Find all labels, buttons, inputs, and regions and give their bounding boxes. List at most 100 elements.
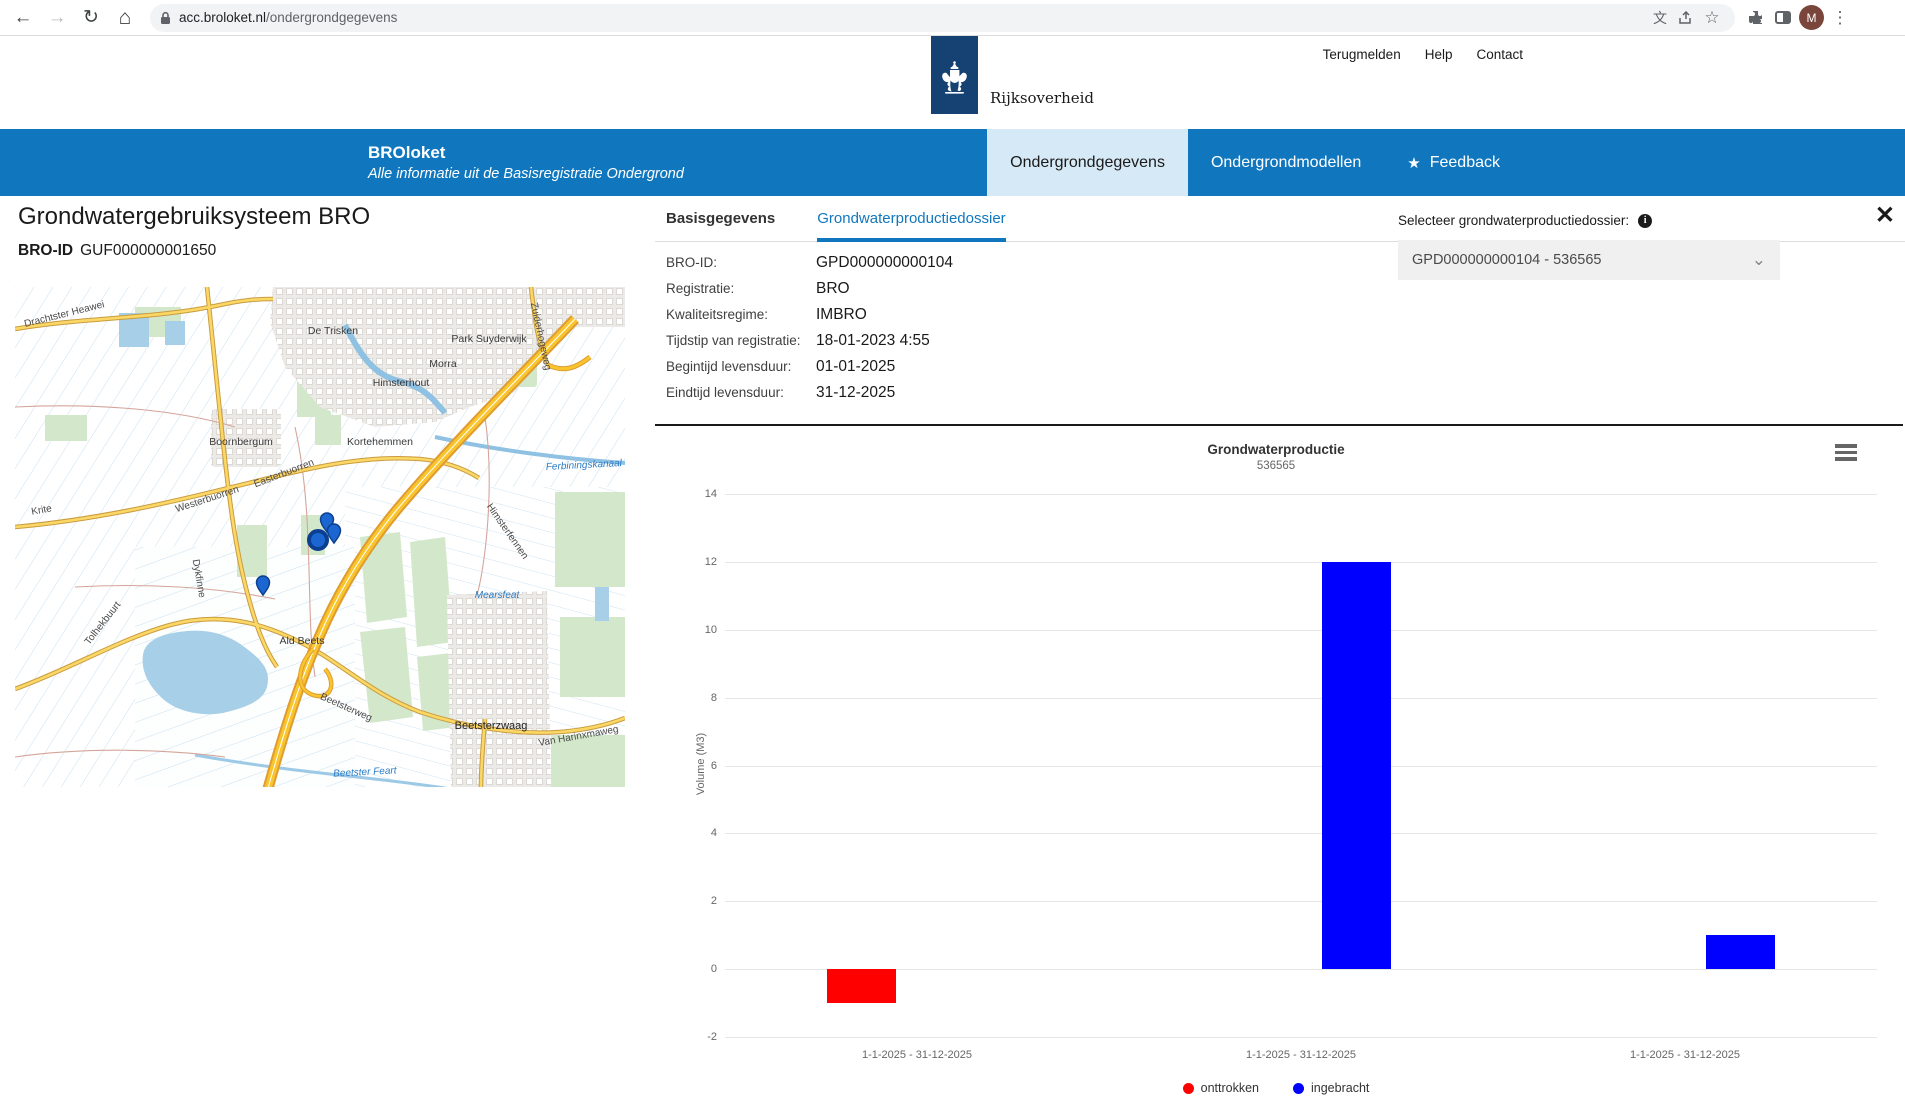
link-contact[interactable]: Contact [1476, 47, 1523, 62]
dossier-select[interactable]: GPD000000000104 - 536565 ⌄ [1398, 240, 1780, 280]
map-label: Mearsfeat [475, 590, 521, 601]
extensions-puzzle-icon[interactable] [1741, 4, 1769, 32]
browser-actions: M ⋮ [1741, 4, 1854, 32]
brand-title: BROloket [368, 143, 987, 163]
bar-ingebracht[interactable] [1322, 562, 1391, 969]
forward-icon[interactable]: → [40, 4, 74, 32]
map-label: Morra [429, 358, 457, 370]
bookmark-star-icon[interactable]: ☆ [1699, 5, 1725, 31]
nav-item-ondergrondgegevens[interactable]: Ondergrondgegevens [987, 129, 1188, 196]
field-registratie: Registratie: BRO [666, 280, 953, 298]
field-bro-id: BRO-ID: GPD000000000104 [666, 254, 953, 272]
bro-id-label: BRO-ID [18, 242, 73, 259]
legend-dot-blue [1293, 1083, 1304, 1094]
map-label: Park Suyderwijk [451, 333, 527, 345]
field-value: BRO [816, 280, 850, 298]
field-value: 01-01-2025 [816, 358, 895, 376]
kebab-menu-icon[interactable]: ⋮ [1826, 4, 1854, 32]
legend-label: onttrokken [1201, 1081, 1259, 1095]
link-help[interactable]: Help [1425, 47, 1453, 62]
url-text: acc.broloket.nl/ondergrondgegevens [179, 10, 1647, 25]
browser-toolbar: ← → ↻ ⌂ acc.broloket.nl/ondergrondgegeve… [0, 0, 1905, 36]
detail-panel: Basisgegevens Grondwaterproductiedossier… [655, 196, 1905, 1111]
tab-basisgegevens[interactable]: Basisgegevens [666, 196, 775, 241]
page-title: Grondwatergebruiksysteem BRO [18, 203, 370, 231]
rijksoverheid-logo [931, 36, 978, 114]
dossier-selector: Selecteer grondwaterproductiedossier: i … [1398, 213, 1788, 280]
translate-icon[interactable]: 文 [1647, 5, 1673, 31]
bar-ingebracht[interactable] [1706, 935, 1775, 969]
y-tick-label: 6 [677, 760, 717, 772]
map-label: Beetsterzwaag [455, 720, 528, 732]
detail-fields: BRO-ID: GPD000000000104 Registratie: BRO… [666, 254, 953, 410]
field-value: GPD000000000104 [816, 254, 953, 272]
nav-item-feedback[interactable]: ★ Feedback [1384, 129, 1523, 196]
lock-icon [160, 11, 171, 25]
y-tick-label: -2 [677, 1031, 717, 1043]
y-gridline [725, 901, 1877, 902]
y-tick-label: 4 [677, 827, 717, 839]
bro-id-line: BRO-ID GUF000000001650 [18, 242, 216, 260]
chart-title: Grondwaterproductie [655, 442, 1897, 457]
link-terugmelden[interactable]: Terugmelden [1323, 47, 1401, 62]
location-map[interactable]: Drachtster HeaweiDe TriskenPark Suyderwi… [15, 287, 625, 787]
home-icon[interactable]: ⌂ [108, 4, 142, 32]
y-tick-label: 10 [677, 624, 717, 636]
y-tick-label: 2 [677, 895, 717, 907]
nav-item-ondergrondmodellen[interactable]: Ondergrondmodellen [1188, 129, 1384, 196]
share-icon-glyph [1678, 11, 1694, 25]
production-chart: Grondwaterproductie 536565 Volume (M3) o… [655, 436, 1905, 1108]
url-bar[interactable]: acc.broloket.nl/ondergrondgegevens 文 ☆ [150, 4, 1735, 32]
back-icon[interactable]: ← [6, 4, 40, 32]
y-gridline [725, 1037, 1877, 1038]
x-category-label: 1-1-2025 - 31-12-2025 [807, 1049, 1027, 1061]
field-label: Registratie: [666, 281, 816, 296]
logo-wordmark: Rijksoverheid [990, 89, 1094, 107]
x-category-label: 1-1-2025 - 31-12-2025 [1191, 1049, 1411, 1061]
map-label: Boornbergum [209, 436, 273, 448]
legend-dot-red [1183, 1083, 1194, 1094]
legend-onttrokken[interactable]: onttrokken [1183, 1081, 1259, 1095]
field-value: IMBRO [816, 306, 867, 324]
map-canvas[interactable]: Drachtster HeaweiDe TriskenPark Suyderwi… [15, 287, 625, 787]
rijksoverheid-crest [931, 36, 978, 114]
y-tick-label: 12 [677, 556, 717, 568]
dossier-select-value: GPD000000000104 - 536565 [1412, 252, 1601, 268]
map-label: Himsterhout [373, 377, 430, 389]
field-kwaliteitsregime: Kwaliteitsregime: IMBRO [666, 306, 953, 324]
tab-grondwaterproductiedossier[interactable]: Grondwaterproductiedossier [817, 196, 1005, 241]
map-label: Kortehemmen [347, 436, 413, 448]
header-links: Terugmelden Help Contact [1323, 47, 1523, 62]
bro-id-value: GUF000000001650 [80, 242, 216, 259]
y-gridline [725, 698, 1877, 699]
info-icon[interactable]: i [1638, 214, 1652, 228]
profile-avatar[interactable]: M [1799, 5, 1824, 30]
brand-block[interactable]: BROloket Alle informatie uit de Basisreg… [368, 129, 987, 196]
close-icon[interactable]: ✕ [1875, 204, 1895, 228]
bar-onttrokken[interactable] [827, 969, 896, 1003]
main-navbar: BROloket Alle informatie uit de Basisreg… [0, 129, 1905, 196]
field-label: Kwaliteitsregime: [666, 307, 816, 322]
chevron-down-icon: ⌄ [1752, 250, 1766, 270]
share-icon[interactable] [1673, 5, 1699, 31]
reload-icon[interactable]: ↻ [74, 4, 108, 32]
selector-label: Selecteer grondwaterproductiedossier: [1398, 213, 1629, 228]
y-tick-label: 0 [677, 963, 717, 975]
x-category-label: 1-1-2025 - 31-12-2025 [1575, 1049, 1795, 1061]
field-label: Begintijd levensduur: [666, 359, 816, 374]
chart-subtitle: 536565 [655, 460, 1897, 472]
side-panel-icon[interactable] [1769, 4, 1797, 32]
chart-menu-icon[interactable] [1835, 444, 1857, 464]
feedback-label: Feedback [1430, 154, 1500, 172]
field-label: Tijdstip van registratie: [666, 333, 816, 348]
site-header: Rijksoverheid Terugmelden Help Contact [0, 37, 1905, 129]
field-eindtijd: Eindtijd levensduur: 31-12-2025 [666, 384, 953, 402]
legend-ingebracht[interactable]: ingebracht [1293, 1081, 1369, 1095]
map-label: Ald Beets [280, 635, 325, 647]
y-gridline [725, 969, 1877, 970]
feedback-star-icon: ★ [1407, 154, 1420, 172]
section-divider [655, 424, 1903, 426]
map-cluster-marker[interactable] [309, 531, 327, 549]
y-tick-label: 14 [677, 488, 717, 500]
field-value: 31-12-2025 [816, 384, 895, 402]
